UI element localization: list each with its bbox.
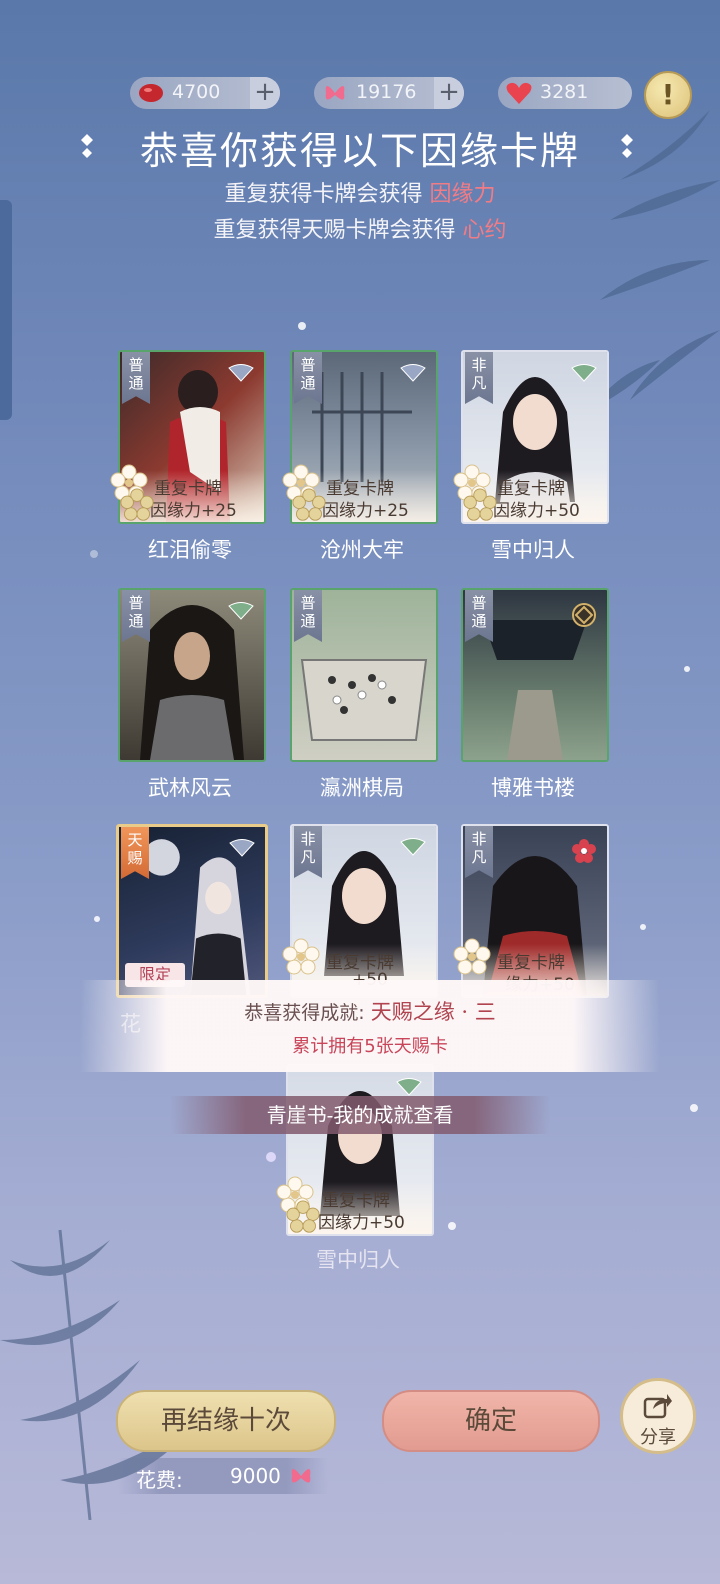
subtitle-gift-text: 重复获得天赐卡牌会获得 [213,218,463,243]
sparkle-decoration [266,1152,276,1162]
card-4[interactable]: 普通 [118,588,266,762]
butterfly-icon [291,1469,311,1483]
card-name: 博雅书楼 [491,776,575,800]
card-name: 雪中归人 [491,538,575,562]
achievement-toast: 恭喜获得成就: 天赐之缘 · 三 累计拥有5张天赐卡 [80,980,660,1072]
currency-butterfly: 19176 + [314,77,464,109]
achievement-name: 天赐之缘 · 三 [370,1000,496,1024]
red-bean-icon [139,84,163,102]
diamond-ornament-left-icon [81,134,93,158]
duplicate-reward: 因缘力+25 [322,501,409,521]
plum-blossom-icon [572,839,596,863]
card-7[interactable]: 天赐 限定 [116,824,268,998]
achievement-title: 恭喜获得成就: 天赐之缘 · 三 [80,996,660,1026]
flower-gold-icon [286,1200,320,1233]
achievement-desc: 累计拥有5张天赐卡 [292,1036,448,1057]
leaf-fan-icon [400,838,426,856]
flower-gold-icon [292,488,326,521]
subtitle-duplicate-gift: 重复获得天赐卡牌会获得 心约 [0,212,720,244]
achievement-link[interactable]: 青崖书-我的成就查看 [170,1096,550,1134]
share-button[interactable]: 分享 [620,1378,696,1454]
sparkle-decoration [94,916,100,922]
subtitle-duplicate-card: 重复获得卡牌会获得 因缘力 [0,176,720,208]
fan-icon [228,602,254,620]
heart-icon [506,82,532,104]
duplicate-reward: 因缘力+50 [493,501,580,521]
leaf-fan-icon [571,364,597,382]
sparkle-decoration [90,550,98,558]
notice-button[interactable]: ! [644,71,692,119]
fan-icon [400,364,426,382]
card-name: 瀛洲棋局 [320,776,404,800]
sparkle-decoration [640,924,646,930]
sparkle-decoration [690,1104,698,1112]
flower-gold-icon [463,488,497,521]
draw-again-button[interactable]: 再结缘十次 [116,1390,336,1452]
leaf-fan-icon [396,1078,422,1096]
card-name: 沧州大牢 [320,538,404,562]
fan-icon [229,839,255,857]
flower-icon [453,938,491,975]
add-butterfly-button[interactable]: + [434,77,464,109]
heart-count: 3281 [540,81,589,103]
butterfly-icon [325,86,345,100]
subtitle-duplicate-text: 重复获得卡牌会获得 [224,182,430,207]
card-5[interactable]: 普通 [290,588,438,762]
confirm-button[interactable]: 确定 [382,1390,600,1452]
draw-cost: 花费: 9000 [118,1458,328,1494]
share-icon [643,1394,672,1419]
duplicate-reward: 因缘力+50 [318,1213,405,1233]
currency-heart: 3281 [498,77,632,109]
subtitle-duplicate-reward: 因缘力 [429,182,496,207]
currency-red-bean: 4700 + [130,77,280,109]
card-name: 红泪偷零 [148,538,232,562]
cost-value: 9000 [230,1464,281,1488]
cost-label: 花费: [136,1468,183,1492]
diamond-ornament-right-icon [621,134,633,158]
sparkle-decoration [448,1222,456,1230]
card-name: 雪中归人 [316,1248,400,1272]
butterfly-count: 19176 [356,81,417,103]
achievement-prefix: 恭喜获得成就: [244,1002,371,1024]
share-label: 分享 [640,1427,676,1448]
flower-icon [282,938,320,975]
card-6[interactable]: 普通 [461,588,609,762]
flower-gold-icon [120,488,154,521]
sparkle-decoration [684,666,690,672]
add-red-bean-button[interactable]: + [250,77,280,109]
fan-icon [228,364,254,382]
page-title: 恭喜你获得以下因缘卡牌 [139,129,580,173]
red-bean-count: 4700 [172,81,221,103]
coin-icon [572,603,596,627]
sparkle-decoration [298,322,306,330]
card-name: 武林风云 [148,776,232,800]
duplicate-reward: 因缘力+25 [150,501,237,521]
subtitle-gift-reward: 心约 [462,218,507,243]
